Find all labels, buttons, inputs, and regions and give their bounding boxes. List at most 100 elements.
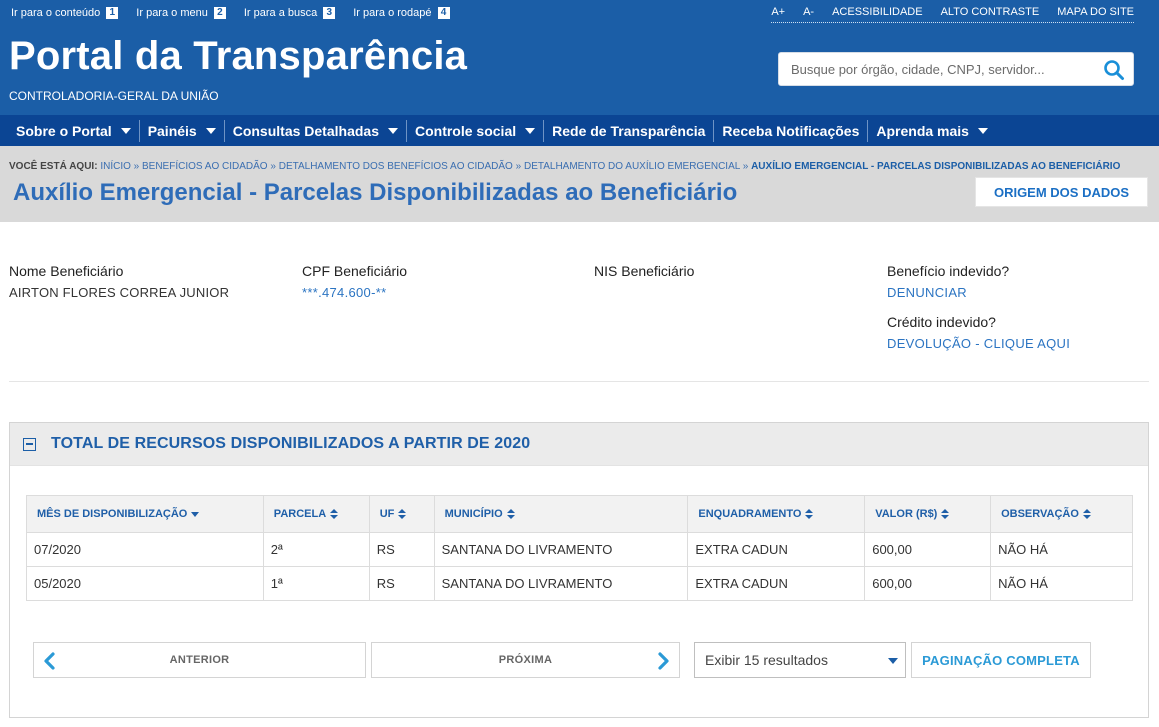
next-button[interactable]: PRÓXIMA	[371, 642, 680, 678]
column-header-category[interactable]: ENQUADRAMENTO	[687, 495, 866, 533]
cell-installment: 2ª	[262, 532, 370, 567]
breadcrumb-item[interactable]: DETALHAMENTO DO AUXÍLIO EMERGENCIAL	[524, 161, 740, 172]
results-per-page-select[interactable]: Exibir 15 resultados	[694, 642, 906, 678]
chevron-down-icon	[888, 658, 898, 664]
sort-icon	[506, 509, 515, 520]
main-nav: Sobre o Portal Painéis Consultas Detalha…	[0, 115, 1159, 146]
accessibility-link[interactable]: ACESSIBILIDADE	[832, 6, 922, 18]
column-header-installment[interactable]: PARCELA	[262, 495, 370, 533]
undue-credit-label: Crédito indevido?	[887, 314, 996, 330]
page-title: Auxílio Emergencial - Parcelas Disponibi…	[13, 179, 738, 206]
table-row: 07/2020 2ª RS SANTANA DO LIVRAMENTO EXTR…	[26, 532, 1133, 567]
skip-link-footer[interactable]: Ir para o rodapé 4	[353, 7, 450, 19]
nav-aprenda-mais[interactable]: Aprenda mais	[868, 120, 996, 142]
sort-icon	[941, 509, 950, 520]
title-band: VOCÊ ESTÁ AQUI: INÍCIO » BENEFÍCIOS AO C…	[0, 146, 1159, 222]
cell-category: EXTRA CADUN	[687, 566, 866, 601]
beneficiary-cpf-label: CPF Beneficiário	[302, 263, 408, 279]
table-row: 05/2020 1ª RS SANTANA DO LIVRAMENTO EXTR…	[26, 566, 1133, 601]
cell-municipality: SANTANA DO LIVRAMENTO	[433, 566, 689, 601]
chevron-down-icon	[120, 127, 131, 134]
breadcrumb-current: AUXÍLIO EMERGENCIAL - PARCELAS DISPONIBI…	[751, 161, 1121, 172]
high-contrast-link[interactable]: ALTO CONTRASTE	[941, 6, 1040, 18]
beneficiary-cpf-block: CPF Beneficiário ***.474.600-**	[302, 263, 407, 300]
cell-installment: 1ª	[262, 566, 370, 601]
chevron-right-icon	[656, 652, 672, 670]
cell-month: 07/2020	[26, 532, 264, 567]
column-header-value[interactable]: VALOR (R$)	[864, 495, 992, 533]
chevron-down-icon	[205, 127, 216, 134]
breadcrumb-item[interactable]: DETALHAMENTO DOS BENEFÍCIOS AO CIDADÃO	[279, 161, 513, 172]
chevron-down-icon	[525, 127, 536, 134]
beneficiary-name-block: Nome Beneficiário AIRTON FLORES CORREA J…	[9, 263, 229, 300]
accessibility-bar: A+ A- ACESSIBILIDADE ALTO CONTRASTE MAPA…	[771, 6, 1134, 23]
nav-consultas-detalhadas[interactable]: Consultas Detalhadas	[225, 119, 407, 142]
breadcrumb-item[interactable]: BENEFÍCIOS AO CIDADÃO	[142, 161, 268, 172]
panel-title: TOTAL DE RECURSOS DISPONIBILIZADOS A PAR…	[51, 435, 531, 452]
column-header-month[interactable]: MÊS DE DISPONIBILIZAÇÃO	[26, 495, 264, 533]
nav-paineis[interactable]: Painéis	[140, 119, 225, 142]
cell-value: 600,00	[864, 532, 992, 567]
column-header-municipality[interactable]: MUNICÍPIO	[433, 495, 689, 533]
cell-month: 05/2020	[26, 566, 264, 601]
undue-benefit-block: Benefício indevido? DENUNCIAR Crédito in…	[887, 263, 1070, 351]
cell-category: EXTRA CADUN	[687, 532, 866, 567]
sitemap-link[interactable]: MAPA DO SITE	[1057, 6, 1134, 18]
chevron-down-icon	[977, 127, 988, 134]
skip-link-content[interactable]: Ir para o conteúdo 1	[11, 7, 119, 19]
nav-controle-social[interactable]: Controle social	[407, 119, 545, 142]
cell-uf: RS	[368, 532, 435, 567]
search-icon[interactable]	[1103, 59, 1125, 81]
sort-icon	[398, 509, 407, 520]
site-title[interactable]: Portal da Transparência	[9, 34, 467, 79]
section-divider	[9, 381, 1149, 382]
site-subtitle: CONTROLADORIA-GERAL DA UNIÃO	[9, 89, 219, 103]
nav-rede-de-transparencia[interactable]: Rede de Transparência	[544, 119, 715, 142]
breadcrumb-item[interactable]: INÍCIO	[100, 161, 131, 172]
report-link[interactable]: DENUNCIAR	[887, 285, 1070, 300]
skip-links: Ir para o conteúdo 1 Ir para o menu 2 Ir p…	[11, 7, 468, 19]
search-box	[778, 52, 1134, 86]
cell-municipality: SANTANA DO LIVRAMENTO	[433, 532, 689, 567]
breadcrumb-separator: »	[133, 161, 140, 172]
previous-button[interactable]: ANTERIOR	[33, 642, 366, 678]
sort-icon	[330, 509, 339, 520]
resources-panel: TOTAL DE RECURSOS DISPONIBILIZADOS A PAR…	[9, 422, 1149, 718]
sort-descending-icon	[191, 511, 200, 517]
font-increase-link[interactable]: A+	[771, 6, 785, 18]
search-input[interactable]	[779, 53, 1079, 85]
refund-link[interactable]: DEVOLUÇÃO - CLIQUE AQUI	[887, 336, 1070, 351]
sort-icon	[1082, 509, 1091, 520]
site-header: Ir para o conteúdo 1 Ir para o menu 2 Ir p…	[0, 0, 1159, 115]
skip-link-menu[interactable]: Ir para o menu 2	[136, 7, 226, 19]
breadcrumb-separator: »	[515, 161, 522, 172]
data-origin-button[interactable]: ORIGEM DOS DADOS	[975, 177, 1148, 207]
collapse-icon[interactable]	[23, 437, 36, 451]
font-decrease-link[interactable]: A-	[803, 6, 814, 18]
chevron-left-icon	[41, 652, 57, 670]
column-header-observation[interactable]: OBSERVAÇÃO	[990, 495, 1133, 533]
cell-value: 600,00	[864, 566, 992, 601]
nav-sobre-o-portal[interactable]: Sobre o Portal	[8, 119, 140, 142]
beneficiary-name-value: AIRTON FLORES CORREA JUNIOR	[9, 285, 230, 300]
breadcrumb: VOCÊ ESTÁ AQUI: INÍCIO » BENEFÍCIOS AO C…	[9, 161, 1120, 172]
cell-observation: NÃO HÁ	[990, 566, 1133, 601]
chevron-down-icon	[387, 127, 398, 134]
undue-benefit-label: Benefício indevido?	[887, 263, 1010, 279]
beneficiary-nis-label: NIS Beneficiário	[594, 263, 695, 279]
breadcrumb-lead: VOCÊ ESTÁ AQUI:	[9, 161, 98, 172]
panel-header[interactable]: TOTAL DE RECURSOS DISPONIBILIZADOS A PAR…	[10, 423, 1148, 466]
breadcrumb-separator: »	[742, 161, 749, 172]
cell-observation: NÃO HÁ	[990, 532, 1133, 567]
column-header-uf[interactable]: UF	[368, 495, 435, 533]
beneficiary-cpf-link[interactable]: ***.474.600-**	[302, 285, 407, 300]
skip-link-search[interactable]: Ir para a busca 3	[244, 7, 336, 19]
nav-receba-notificacoes[interactable]: Receba Notificações	[714, 119, 869, 142]
cell-uf: RS	[368, 566, 435, 601]
installments-table: MÊS DE DISPONIBILIZAÇÃO PARCELA UF MUNIC…	[26, 495, 1133, 601]
full-pagination-button[interactable]: PAGINAÇÃO COMPLETA	[911, 642, 1091, 678]
breadcrumb-separator: »	[270, 161, 276, 172]
beneficiary-name-label: Nome Beneficiário	[9, 263, 124, 279]
beneficiary-nis-block: NIS Beneficiário	[594, 263, 694, 285]
table-header-row: MÊS DE DISPONIBILIZAÇÃO PARCELA UF MUNIC…	[26, 495, 1133, 533]
